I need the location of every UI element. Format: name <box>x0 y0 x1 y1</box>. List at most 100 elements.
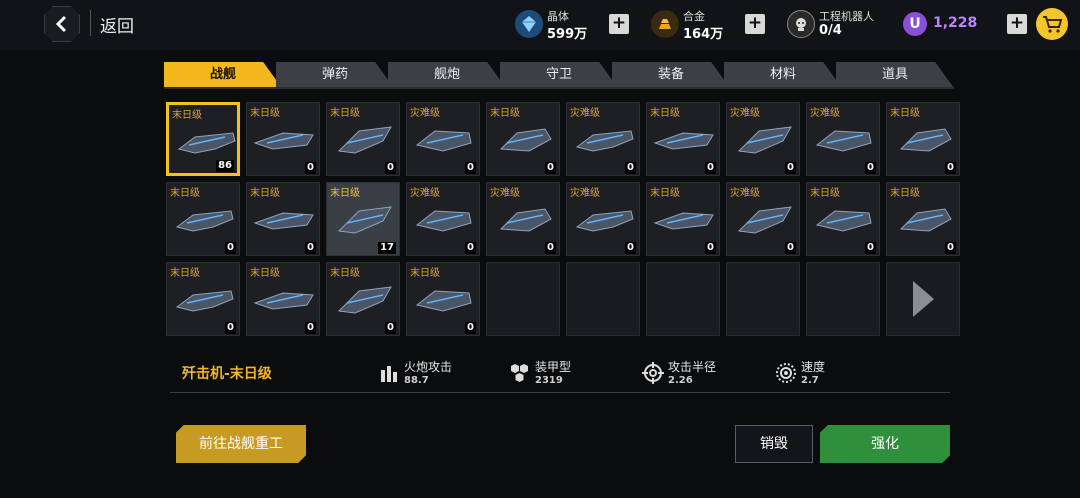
warship-slot[interactable]: 末日级 17 <box>326 182 400 256</box>
tab-items[interactable]: 道具 <box>836 62 954 88</box>
item-count: 0 <box>785 242 796 254</box>
warship-slot[interactable]: 末日级 0 <box>166 182 240 256</box>
warship-icon <box>499 208 552 232</box>
warship-icon <box>337 206 392 234</box>
warship-slot[interactable]: 末日级 0 <box>246 262 320 336</box>
warship-icon <box>499 128 552 152</box>
divider <box>90 10 91 36</box>
item-count: 0 <box>625 162 636 174</box>
alloy-icon <box>651 10 679 38</box>
warship-slot[interactable]: 末日级 0 <box>406 262 480 336</box>
warship-slot[interactable]: 末日级 0 <box>646 182 720 256</box>
empty-slot[interactable] <box>726 262 800 336</box>
tab-ammo[interactable]: 弹药 <box>276 62 394 88</box>
stat-label: 攻击半径 <box>668 360 717 374</box>
warship-icon <box>575 210 634 232</box>
warship-slot[interactable]: 灾难级 0 <box>566 102 640 176</box>
warship-slot[interactable]: 末日级 0 <box>806 182 880 256</box>
warship-icon <box>253 132 314 150</box>
warship-icon <box>415 290 472 312</box>
selected-ship-name: 歼击机-末日级 <box>182 366 272 382</box>
add-alloy-button[interactable]: + <box>745 14 765 34</box>
item-count: 0 <box>865 242 876 254</box>
armor-icon <box>511 364 528 382</box>
crystal-icon <box>515 10 543 38</box>
item-count: 0 <box>625 242 636 254</box>
item-count: 0 <box>705 162 716 174</box>
warship-icon <box>899 128 952 152</box>
crosshair-icon <box>642 362 664 384</box>
warship-icon <box>575 130 634 152</box>
warship-slot[interactable]: 灾难级 0 <box>406 102 480 176</box>
tab-equipment[interactable]: 装备 <box>612 62 730 88</box>
tab-materials[interactable]: 材料 <box>724 62 842 88</box>
upgrade-button[interactable]: 强化 <box>820 425 950 463</box>
warship-slot[interactable]: 灾难级 0 <box>806 102 880 176</box>
dismantle-button[interactable]: 销毁 <box>735 425 813 463</box>
warship-slot[interactable]: 灾难级 0 <box>486 182 560 256</box>
empty-slot[interactable] <box>486 262 560 336</box>
warship-slot[interactable]: 末日级 86 <box>166 102 240 176</box>
warship-icon <box>253 292 314 310</box>
warship-slot[interactable]: 灾难级 0 <box>406 182 480 256</box>
go-to-shipyard-button[interactable]: 前往战舰重工 <box>176 425 306 463</box>
item-count: 0 <box>225 242 236 254</box>
item-count: 86 <box>216 160 234 172</box>
back-label[interactable]: 返回 <box>100 12 134 37</box>
warship-slot[interactable]: 末日级 0 <box>246 102 320 176</box>
item-count: 0 <box>305 322 316 334</box>
stat-label: 装甲型 <box>535 360 572 374</box>
item-count: 0 <box>545 242 556 254</box>
warship-slot[interactable]: 末日级 0 <box>326 262 400 336</box>
item-count: 0 <box>945 162 956 174</box>
back-button[interactable] <box>44 6 80 42</box>
warship-slot[interactable]: 灾难级 0 <box>726 182 800 256</box>
empty-slot[interactable] <box>806 262 880 336</box>
item-count: 0 <box>705 242 716 254</box>
warship-slot[interactable]: 末日级 0 <box>486 102 560 176</box>
warship-slot[interactable]: 灾难级 0 <box>726 102 800 176</box>
item-count: 0 <box>465 322 476 334</box>
stat-value: 88.7 <box>404 375 429 386</box>
empty-slot[interactable] <box>566 262 640 336</box>
alloy-value: 164万 <box>683 27 724 42</box>
u-currency-value: 1,228 <box>933 15 978 31</box>
warship-slot[interactable]: 灾难级 0 <box>566 182 640 256</box>
tab-warships[interactable]: 战舰 <box>164 62 282 88</box>
item-count: 0 <box>385 322 396 334</box>
warship-slot[interactable]: 末日级 0 <box>886 182 960 256</box>
warship-icon <box>175 290 234 312</box>
tab-cannons[interactable]: 舰炮 <box>388 62 506 88</box>
warship-slot[interactable]: 末日级 0 <box>886 102 960 176</box>
alloy-resource: 合金 164万 <box>651 8 751 42</box>
warship-icon <box>815 130 872 152</box>
tab-guard[interactable]: 守卫 <box>500 62 618 88</box>
stat-value: 2.7 <box>801 375 819 386</box>
warship-slot[interactable]: 末日级 0 <box>646 102 720 176</box>
warship-slot[interactable]: 末日级 0 <box>166 262 240 336</box>
warship-slot[interactable]: 末日级 0 <box>246 182 320 256</box>
speed-icon <box>776 363 796 383</box>
tabs-underline <box>164 87 954 89</box>
item-count: 0 <box>545 162 556 174</box>
empty-slot[interactable] <box>646 262 720 336</box>
item-count: 0 <box>865 162 876 174</box>
warship-icon <box>253 212 314 230</box>
add-crystal-button[interactable]: + <box>609 14 629 34</box>
crystal-value: 599万 <box>547 27 588 42</box>
warship-slot[interactable]: 末日级 0 <box>326 102 400 176</box>
shop-cart-button[interactable] <box>1036 8 1068 40</box>
add-u-currency-button[interactable]: + <box>1007 14 1027 34</box>
warship-icon <box>653 212 714 230</box>
item-count: 0 <box>305 242 316 254</box>
u-currency-icon: U <box>903 12 927 36</box>
item-count: 17 <box>378 242 396 254</box>
next-page-button[interactable] <box>886 262 960 336</box>
stat-label: 火炮攻击 <box>404 360 453 374</box>
chevron-left-icon <box>55 15 67 33</box>
item-count: 0 <box>785 162 796 174</box>
top-bar: 返回 晶体 599万 + 合金 164万 + 工程机器人 0/4 U 1,228… <box>0 0 1080 50</box>
warship-icon <box>415 210 472 232</box>
warship-icon <box>737 206 792 234</box>
item-count: 0 <box>945 242 956 254</box>
